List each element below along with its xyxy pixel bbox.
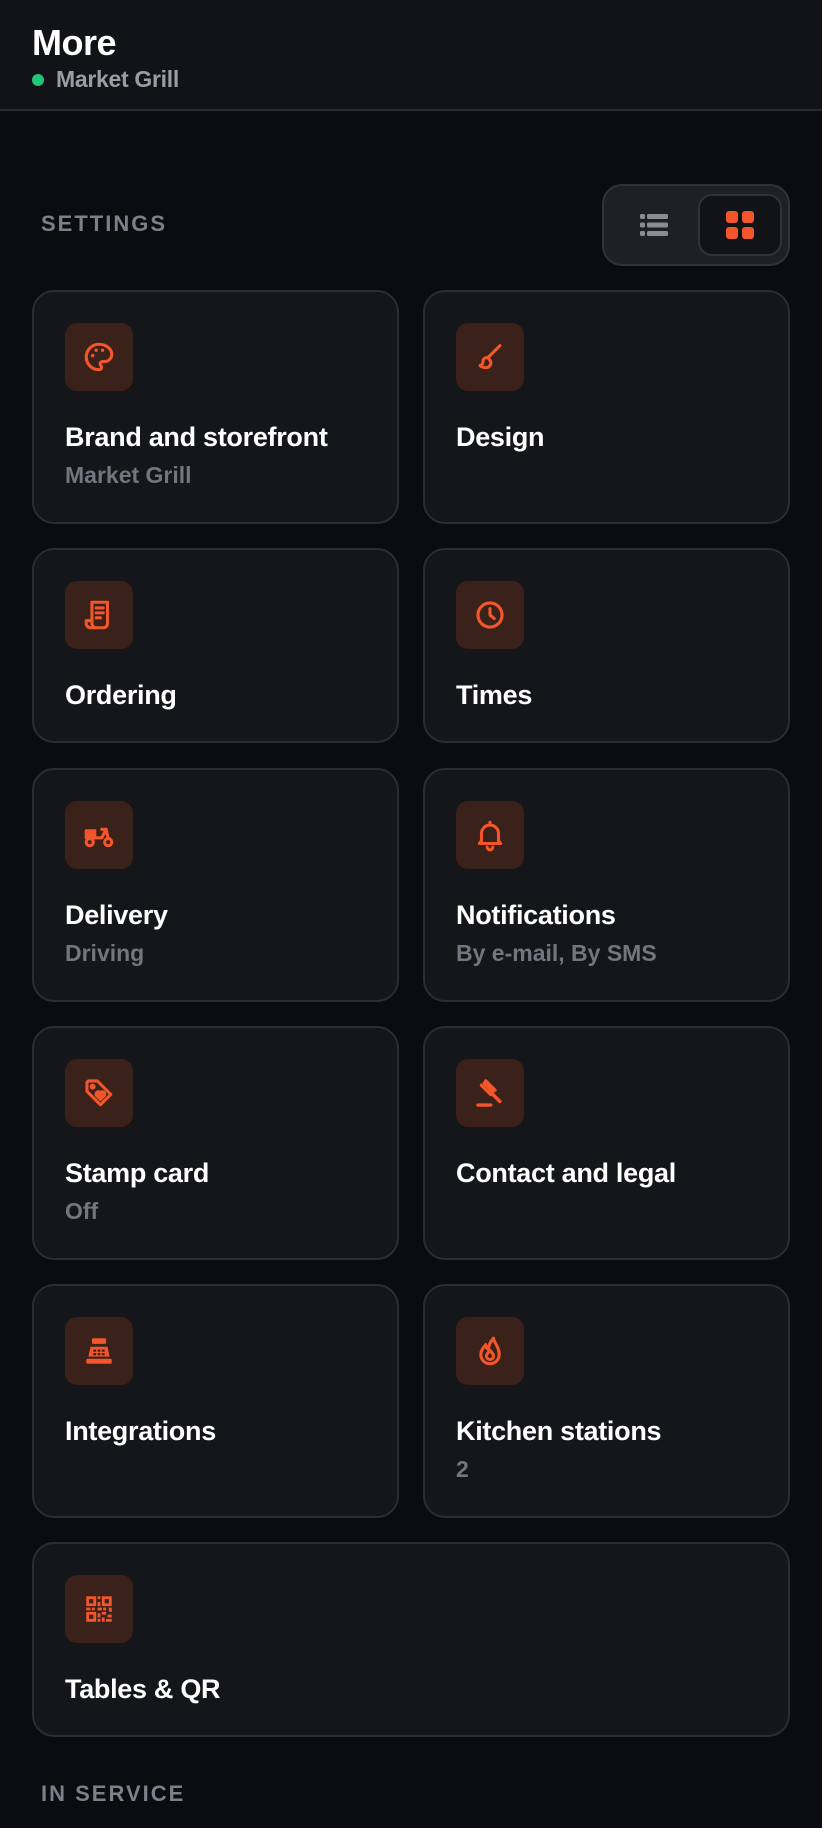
card-title: Brand and storefront <box>65 422 328 452</box>
grid-view-button[interactable] <box>698 194 782 256</box>
settings-card-contact-legal[interactable]: Contact and legal <box>423 1026 790 1260</box>
settings-card-brand[interactable]: Brand and storefront Market Grill <box>32 290 399 524</box>
gavel-icon <box>476 1079 502 1107</box>
tag-heart-icon <box>85 1079 113 1107</box>
card-subtitle: Driving <box>65 940 145 966</box>
store-indicator: Market Grill <box>32 66 179 93</box>
palette-icon <box>84 342 114 372</box>
card-title: Kitchen stations <box>456 1416 662 1446</box>
settings-card-stamp-card[interactable]: Stamp card Off <box>32 1026 399 1260</box>
settings-card-integrations[interactable]: Integrations <box>32 1284 399 1518</box>
settings-card-design[interactable]: Design <box>423 290 790 524</box>
settings-card-times[interactable]: Times <box>423 548 790 743</box>
in-service-section-label: IN SERVICE <box>41 1781 186 1806</box>
card-title: Ordering <box>65 680 177 710</box>
settings-section-label: SETTINGS <box>41 211 168 236</box>
top-header: More Market Grill <box>0 0 822 111</box>
card-title: Integrations <box>65 1416 216 1446</box>
card-title: Notifications <box>456 900 616 930</box>
card-subtitle: By e-mail, By SMS <box>456 940 657 966</box>
settings-card-kitchen-stations[interactable]: Kitchen stations 2 <box>423 1284 790 1518</box>
fire-icon <box>479 1336 501 1366</box>
paintbrush-icon <box>478 344 502 370</box>
settings-card-ordering[interactable]: Ordering <box>32 548 399 743</box>
settings-card-delivery[interactable]: Delivery Driving <box>32 768 399 1002</box>
online-status-dot <box>32 73 44 86</box>
card-title: Stamp card <box>65 1158 210 1188</box>
card-title: Contact and legal <box>456 1158 676 1188</box>
card-subtitle: Market Grill <box>65 462 192 488</box>
card-title: Times <box>456 680 533 710</box>
cash-register-icon <box>86 1338 112 1364</box>
card-subtitle: Off <box>65 1198 99 1224</box>
grid-icon <box>726 211 754 239</box>
card-title: Design <box>456 422 545 452</box>
qr-code-icon <box>86 1596 112 1622</box>
scooter-icon <box>84 827 114 848</box>
clock-icon <box>476 601 504 629</box>
more-screen: More Market Grill SETTINGS Brand and sto… <box>0 0 822 1828</box>
settings-card-notifications[interactable]: Notifications By e-mail, By SMS <box>423 768 790 1002</box>
bell-icon <box>477 820 503 852</box>
view-mode-toggle <box>602 184 790 266</box>
list-view-button[interactable] <box>612 194 696 256</box>
card-subtitle: 2 <box>456 1456 469 1482</box>
settings-card-tables-qr[interactable]: Tables & QR <box>32 1542 790 1737</box>
card-title: Tables & QR <box>65 1674 221 1704</box>
page-title: More <box>32 22 117 63</box>
card-title: Delivery <box>65 900 168 930</box>
receipt-icon <box>84 600 110 630</box>
list-icon <box>640 214 668 236</box>
store-name: Market Grill <box>56 66 179 92</box>
